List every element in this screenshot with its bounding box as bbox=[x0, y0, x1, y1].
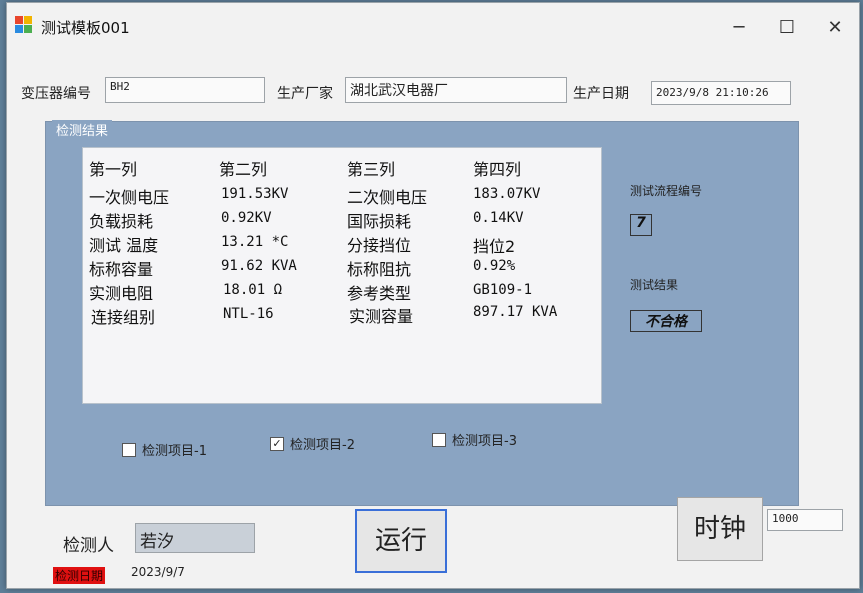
test-result-label: 测试结果 bbox=[630, 278, 679, 292]
checkbox-item-1[interactable]: 检测项目-1 bbox=[122, 440, 207, 459]
row-label: 一次侧电压 bbox=[89, 188, 170, 207]
minimize-icon[interactable]: ─ bbox=[719, 13, 759, 43]
production-date-field[interactable]: 2023/9/8 21:10:26 bbox=[651, 81, 791, 105]
row-label: 参考类型 bbox=[347, 284, 412, 303]
process-id-label: 测试流程编号 bbox=[630, 184, 703, 198]
row-label: 分接挡位 bbox=[347, 236, 412, 255]
row-value: 191.53KV bbox=[221, 186, 289, 202]
row-label: 负载损耗 bbox=[89, 212, 154, 231]
row-value: 挡位2 bbox=[473, 237, 516, 256]
results-group-title: 检测结果 bbox=[52, 120, 113, 139]
checkbox-item-3[interactable]: 检测项目-3 bbox=[432, 430, 517, 449]
col-header-2: 第二列 bbox=[219, 160, 268, 179]
row-value: 897.17 KVA bbox=[473, 304, 558, 320]
checkbox-label: 检测项目-2 bbox=[290, 438, 355, 453]
production-date-label: 生产日期 bbox=[573, 86, 629, 102]
col-header-1: 第一列 bbox=[89, 160, 138, 179]
test-result-value: 不合格 bbox=[630, 310, 702, 332]
row-label: 实测电阻 bbox=[89, 284, 154, 303]
transformer-id-field[interactable]: BH2 bbox=[105, 77, 265, 103]
run-button[interactable]: 运行 bbox=[355, 509, 447, 573]
manufacturer-label: 生产厂家 bbox=[277, 86, 333, 102]
title-bar: 测试模板001 ─ ☐ ✕ bbox=[7, 3, 859, 47]
results-group: 检测结果 第一列 第二列 第三列 第四列 一次侧电压 191.53KV 二次侧电… bbox=[45, 120, 799, 506]
col-header-3: 第三列 bbox=[347, 160, 396, 179]
checkbox-item-2[interactable]: ✓ 检测项目-2 bbox=[270, 434, 355, 453]
manufacturer-field[interactable]: 湖北武汉电器厂 bbox=[345, 77, 567, 103]
checkbox-box[interactable] bbox=[122, 442, 136, 457]
row-value: 18.01 Ω bbox=[223, 282, 283, 298]
row-value: 0.92KV bbox=[221, 210, 272, 226]
row-value: 91.62 KVA bbox=[221, 258, 297, 274]
row-label: 标称容量 bbox=[89, 260, 154, 279]
row-value: 0.92% bbox=[473, 258, 516, 274]
results-table: 第一列 第二列 第三列 第四列 一次侧电压 191.53KV 二次侧电压 183… bbox=[82, 147, 602, 404]
col-header-4: 第四列 bbox=[473, 160, 522, 179]
checkbox-box[interactable] bbox=[432, 432, 446, 447]
maximize-icon[interactable]: ☐ bbox=[767, 13, 807, 43]
checkbox-label: 检测项目-1 bbox=[142, 444, 207, 459]
row-value: 0.14KV bbox=[473, 210, 524, 226]
process-id-value: 7 bbox=[630, 214, 652, 236]
app-icon bbox=[15, 16, 33, 34]
row-value: 13.21 *C bbox=[221, 234, 289, 250]
row-label: 实测容量 bbox=[349, 307, 414, 326]
window-title: 测试模板001 bbox=[41, 19, 130, 37]
row-label: 国际损耗 bbox=[347, 212, 412, 231]
inspection-date-label: 检测日期 bbox=[53, 567, 106, 584]
row-label: 连接组别 bbox=[91, 308, 156, 327]
inspector-field[interactable]: 若汐 bbox=[135, 523, 255, 553]
row-label: 二次侧电压 bbox=[347, 188, 428, 207]
inspector-label: 检测人 bbox=[63, 536, 114, 556]
interval-field[interactable]: 1000 bbox=[767, 509, 843, 531]
main-window: 测试模板001 ─ ☐ ✕ 变压器编号 BH2 生产厂家 湖北武汉电器厂 生产日… bbox=[6, 2, 860, 589]
close-icon[interactable]: ✕ bbox=[815, 13, 855, 43]
row-label: 标称阻抗 bbox=[347, 260, 412, 279]
checkbox-label: 检测项目-3 bbox=[452, 434, 517, 449]
clock-button[interactable]: 时钟 bbox=[677, 497, 763, 561]
inspection-date-value: 2023/9/7 bbox=[131, 565, 185, 579]
row-value: NTL-16 bbox=[223, 306, 274, 322]
checkmark-icon[interactable]: ✓ bbox=[270, 436, 284, 451]
transformer-id-label: 变压器编号 bbox=[21, 86, 91, 102]
row-value: GB109-1 bbox=[473, 282, 533, 298]
row-label: 测试 温度 bbox=[89, 236, 159, 255]
row-value: 183.07KV bbox=[473, 186, 541, 202]
